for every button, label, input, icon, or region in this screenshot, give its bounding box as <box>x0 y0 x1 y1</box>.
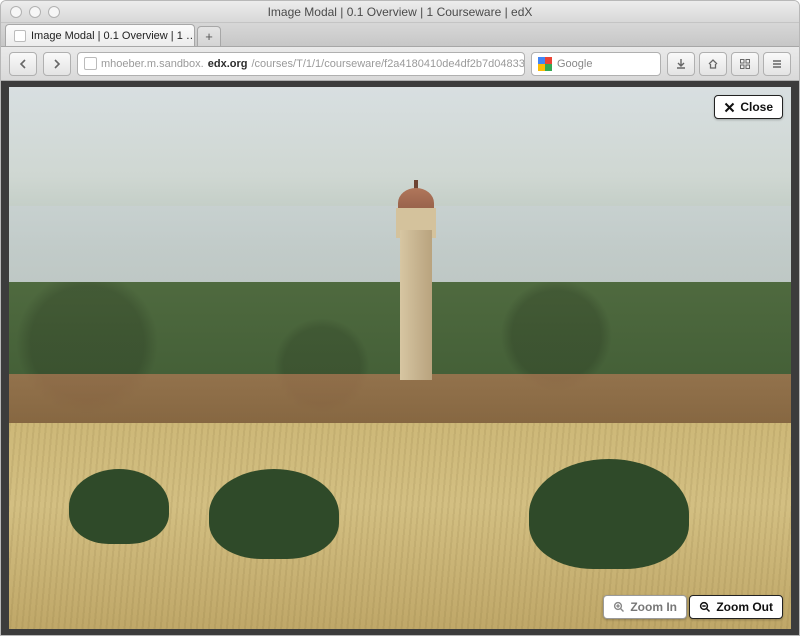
zoom-out-icon <box>699 601 711 613</box>
plus-icon: + <box>205 29 213 44</box>
grid-icon <box>739 58 751 70</box>
close-label: Close <box>740 100 773 114</box>
new-tab-button[interactable]: + <box>197 26 221 46</box>
favicon-icon <box>14 30 26 42</box>
image-region-bush <box>529 459 689 569</box>
tab-strip: Image Modal | 0.1 Overview | 1 … + <box>1 23 799 47</box>
home-icon <box>707 58 719 70</box>
window-title: Image Modal | 0.1 Overview | 1 Coursewar… <box>1 5 799 19</box>
close-window-button[interactable] <box>10 6 22 18</box>
downloads-button[interactable] <box>667 52 695 76</box>
search-box[interactable]: Google <box>531 52 661 76</box>
download-icon <box>675 58 687 70</box>
titlebar: Image Modal | 0.1 Overview | 1 Coursewar… <box>1 1 799 23</box>
close-icon <box>724 102 735 113</box>
url-host: edx.org <box>208 58 248 70</box>
fullscreen-button[interactable] <box>731 52 759 76</box>
close-button[interactable]: Close <box>714 95 783 119</box>
zoom-out-button[interactable]: Zoom Out <box>689 595 783 619</box>
browser-window: Image Modal | 0.1 Overview | 1 Coursewar… <box>0 0 800 636</box>
google-favicon-icon <box>538 57 552 71</box>
url-path: /courses/T/1/1/courseware/f2a4180410de4d… <box>251 58 525 70</box>
zoom-out-label: Zoom Out <box>716 600 773 614</box>
menu-button[interactable] <box>763 52 791 76</box>
chevron-left-icon <box>18 59 28 69</box>
image-region-bush <box>209 469 339 559</box>
home-button[interactable] <box>699 52 727 76</box>
back-button[interactable] <box>9 52 37 76</box>
toolbar-right <box>667 52 791 76</box>
zoom-in-button[interactable]: Zoom In <box>603 595 687 619</box>
minimize-window-button[interactable] <box>29 6 41 18</box>
address-bar[interactable]: mhoeber.m.sandbox. edx.org/courses/T/1/1/… <box>77 52 525 76</box>
image-region-bush <box>69 469 169 544</box>
image-modal: Close Zoom In Zoom Out <box>9 87 791 629</box>
forward-button[interactable] <box>43 52 71 76</box>
menu-icon <box>771 58 783 70</box>
url-host-prefix: mhoeber.m.sandbox. <box>101 58 204 70</box>
chevron-right-icon <box>52 59 62 69</box>
tab-label: Image Modal | 0.1 Overview | 1 … <box>31 30 195 42</box>
image-region-tower <box>392 190 440 380</box>
window-controls <box>1 6 60 18</box>
zoom-in-icon <box>613 601 625 613</box>
search-placeholder: Google <box>557 58 592 70</box>
zoom-in-label: Zoom In <box>630 600 677 614</box>
tab-active[interactable]: Image Modal | 0.1 Overview | 1 … <box>5 24 195 46</box>
site-identity-icon <box>84 57 97 70</box>
toolbar: mhoeber.m.sandbox. edx.org/courses/T/1/1/… <box>1 47 799 81</box>
page-viewport: Close Zoom In Zoom Out <box>1 81 799 635</box>
zoom-window-button[interactable] <box>48 6 60 18</box>
